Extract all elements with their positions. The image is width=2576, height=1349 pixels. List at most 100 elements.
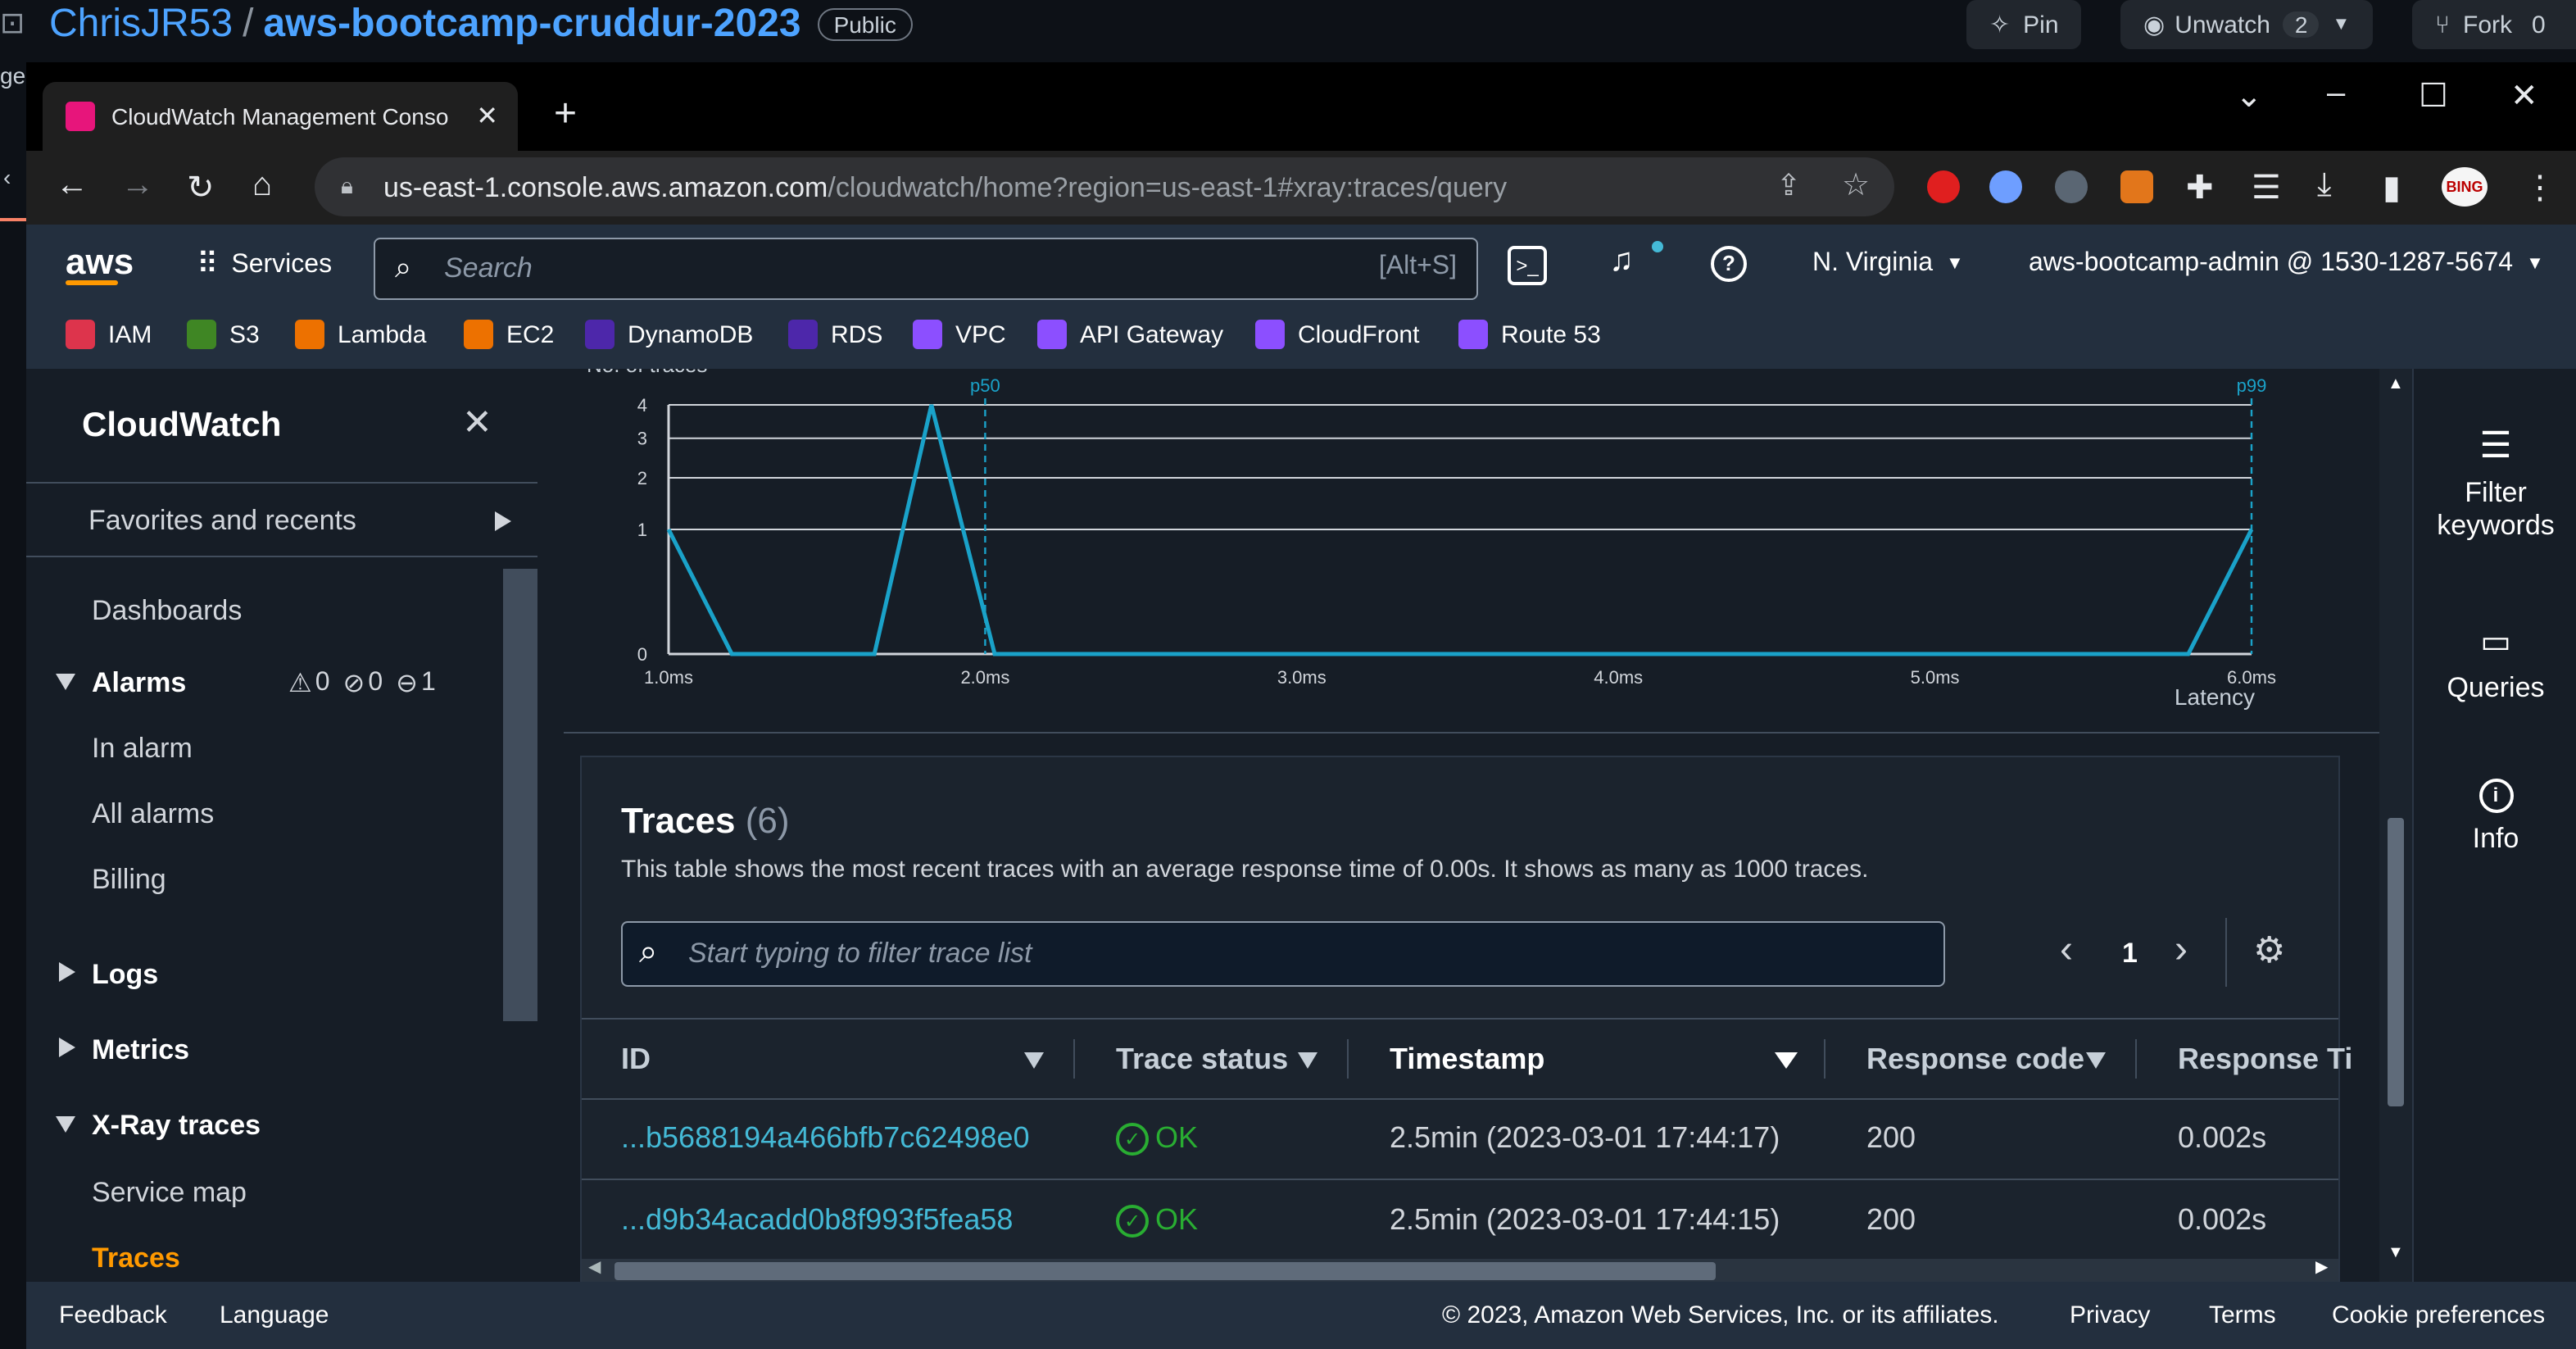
- privacy-link[interactable]: Privacy: [2070, 1301, 2150, 1329]
- col-timestamp[interactable]: Timestamp: [1390, 1042, 1544, 1077]
- nav-title[interactable]: CloudWatch: [82, 407, 281, 446]
- nav-metrics[interactable]: Metrics: [92, 1034, 189, 1067]
- fav-vpc[interactable]: VPC: [913, 320, 1006, 349]
- col-timestamp-sort-icon[interactable]: [1775, 1052, 1798, 1069]
- preferences-gear-icon[interactable]: ⚙: [2253, 929, 2285, 972]
- vertical-scrollbar-thumb[interactable]: [2388, 818, 2404, 1106]
- col-trace-status[interactable]: Trace status: [1116, 1042, 1288, 1077]
- lens-extension-icon[interactable]: [1989, 170, 2022, 203]
- console-search-input[interactable]: ⌕ Search [Alt+S]: [374, 238, 1478, 300]
- queries-tool[interactable]: ▭ Queries: [2414, 621, 2576, 705]
- scroll-down-icon[interactable]: ▼: [2388, 1244, 2404, 1262]
- notifications-bell-icon[interactable]: ♫: [1609, 243, 1634, 280]
- fav-ec2[interactable]: EC2: [464, 320, 554, 349]
- tab-close-icon[interactable]: ✕: [476, 100, 498, 133]
- nav-dashboards[interactable]: Dashboards: [92, 595, 242, 628]
- cookie-preferences-link[interactable]: Cookie preferences: [2332, 1301, 2545, 1329]
- forward-icon[interactable]: →: [121, 167, 154, 205]
- terms-link[interactable]: Terms: [2209, 1301, 2276, 1329]
- fav-iam[interactable]: IAM: [66, 320, 152, 349]
- horizontal-scrollbar-thumb[interactable]: [615, 1262, 1716, 1280]
- account-menu[interactable]: aws-bootcamp-admin @ 1530-1287-5674 ▼: [2029, 249, 2544, 279]
- trace-filter-input[interactable]: ⌕ Start typing to filter trace list: [621, 921, 1945, 987]
- extensions-puzzle-icon[interactable]: ✚: [2186, 167, 2214, 208]
- reload-icon[interactable]: ↻: [187, 167, 215, 208]
- nav-all-alarms[interactable]: All alarms: [92, 798, 214, 831]
- metrics-expand-icon[interactable]: [59, 1038, 75, 1057]
- filter-keywords-tool[interactable]: ☰ Filter keywords: [2414, 425, 2576, 543]
- xray-collapse-icon[interactable]: [56, 1116, 75, 1133]
- fav-rds[interactable]: RDS: [788, 320, 882, 349]
- favorites-expand-icon[interactable]: [495, 511, 511, 531]
- help-icon[interactable]: ?: [1711, 246, 1747, 282]
- address-bar[interactable]: 🔒︎ us-east-1.console.aws.amazon.com/clou…: [315, 157, 1894, 216]
- alarms-collapse-icon[interactable]: [56, 674, 75, 690]
- nav-scrollbar[interactable]: [503, 569, 537, 1021]
- maximize-icon[interactable]: ☐: [2419, 75, 2448, 116]
- chrome-menu-icon[interactable]: ⋮: [2524, 167, 2556, 208]
- scroll-up-icon[interactable]: ▲: [2388, 375, 2404, 393]
- services-menu[interactable]: ⠿ Services: [197, 248, 332, 282]
- horizontal-scrollbar[interactable]: ◀ ▶: [582, 1259, 2338, 1282]
- pin-button[interactable]: ✧ Pin: [1966, 0, 2082, 49]
- fav-dynamodb[interactable]: DynamoDB: [585, 320, 753, 349]
- browser-tab[interactable]: CloudWatch Management Conso ✕: [43, 82, 518, 151]
- logs-expand-icon[interactable]: [59, 962, 75, 982]
- fav-lambda[interactable]: Lambda: [295, 320, 426, 349]
- nav-favorites-and-recents[interactable]: Favorites and recents: [88, 505, 356, 538]
- info-tool[interactable]: i Info: [2414, 779, 2576, 856]
- aws-logo[interactable]: aws: [66, 241, 134, 285]
- metamask-extension-icon[interactable]: [2120, 170, 2153, 203]
- prev-page-icon[interactable]: ‹: [2060, 928, 2073, 974]
- dynamodb-icon: [585, 320, 615, 349]
- fav-route53[interactable]: Route 53: [1458, 320, 1601, 349]
- share-icon[interactable]: ⇪: [1776, 169, 1801, 203]
- trace-id-link[interactable]: ...d9b34acadd0b8f993f5fea58: [621, 1203, 1013, 1238]
- feedback-link[interactable]: Feedback: [59, 1301, 167, 1329]
- col-id-filter-icon[interactable]: [1024, 1052, 1044, 1069]
- page-number[interactable]: 1: [2122, 938, 2138, 970]
- nav-traces-active[interactable]: Traces: [92, 1242, 180, 1275]
- nav-alarms[interactable]: Alarms: [92, 667, 186, 700]
- col-code-filter-icon[interactable]: [2086, 1052, 2106, 1069]
- repo-owner-link[interactable]: ChrisJR53: [49, 2, 233, 48]
- trace-id-link[interactable]: ...b5688194a466bfb7c62498e0: [621, 1121, 1030, 1156]
- region-selector[interactable]: N. Virginia ▼: [1812, 249, 1964, 279]
- close-nav-icon[interactable]: ✕: [462, 402, 492, 444]
- fav-s3[interactable]: S3: [187, 320, 260, 349]
- col-status-filter-icon[interactable]: [1298, 1052, 1317, 1069]
- close-window-icon[interactable]: ✕: [2510, 75, 2538, 116]
- repo-name-link[interactable]: aws-bootcamp-cruddur-2023: [263, 2, 800, 48]
- unwatch-button[interactable]: ◉ Unwatch 2 ▼: [2120, 0, 2374, 49]
- language-link[interactable]: Language: [220, 1301, 329, 1329]
- scroll-right-icon[interactable]: ▶: [2315, 1259, 2328, 1277]
- vertical-scrollbar[interactable]: ▲ ▼: [2379, 369, 2412, 1282]
- download-icon[interactable]: ⤓: [2317, 167, 2332, 205]
- nav-service-map[interactable]: Service map: [92, 1177, 247, 1210]
- home-icon[interactable]: ⌂: [252, 167, 272, 205]
- fav-api-gateway[interactable]: API Gateway: [1037, 320, 1223, 349]
- side-panel-icon[interactable]: ▮: [2383, 167, 2401, 208]
- scroll-left-icon[interactable]: ◀: [588, 1259, 601, 1277]
- bookmark-star-icon[interactable]: ☆: [1842, 167, 1870, 205]
- next-page-icon[interactable]: ›: [2175, 928, 2188, 974]
- reading-list-icon[interactable]: ☰: [2252, 167, 2281, 208]
- col-id[interactable]: ID: [621, 1042, 651, 1077]
- minimize-icon[interactable]: –: [2327, 75, 2345, 113]
- fork-button[interactable]: ⑂ Fork 0: [2412, 0, 2576, 49]
- bing-extension-icon[interactable]: BING: [2442, 167, 2488, 207]
- adblock-extension-icon[interactable]: [1927, 170, 1960, 203]
- col-response-code[interactable]: Response code: [1866, 1042, 2084, 1077]
- nav-in-alarm[interactable]: In alarm: [92, 733, 193, 765]
- back-icon[interactable]: ←: [56, 167, 88, 205]
- spy-extension-icon[interactable]: [2055, 170, 2088, 203]
- col-response-time[interactable]: Response Ti: [2178, 1042, 2352, 1077]
- new-tab-icon[interactable]: +: [554, 92, 577, 138]
- url-text[interactable]: us-east-1.console.aws.amazon.com/cloudwa…: [383, 172, 1507, 205]
- fav-cloudfront[interactable]: CloudFront: [1255, 320, 1419, 349]
- tab-search-chevron-icon[interactable]: ⌄: [2235, 75, 2263, 116]
- nav-billing[interactable]: Billing: [92, 864, 166, 897]
- nav-xray-traces[interactable]: X-Ray traces: [92, 1110, 261, 1142]
- cloudshell-icon[interactable]: >_: [1508, 246, 1547, 285]
- nav-logs[interactable]: Logs: [92, 959, 158, 992]
